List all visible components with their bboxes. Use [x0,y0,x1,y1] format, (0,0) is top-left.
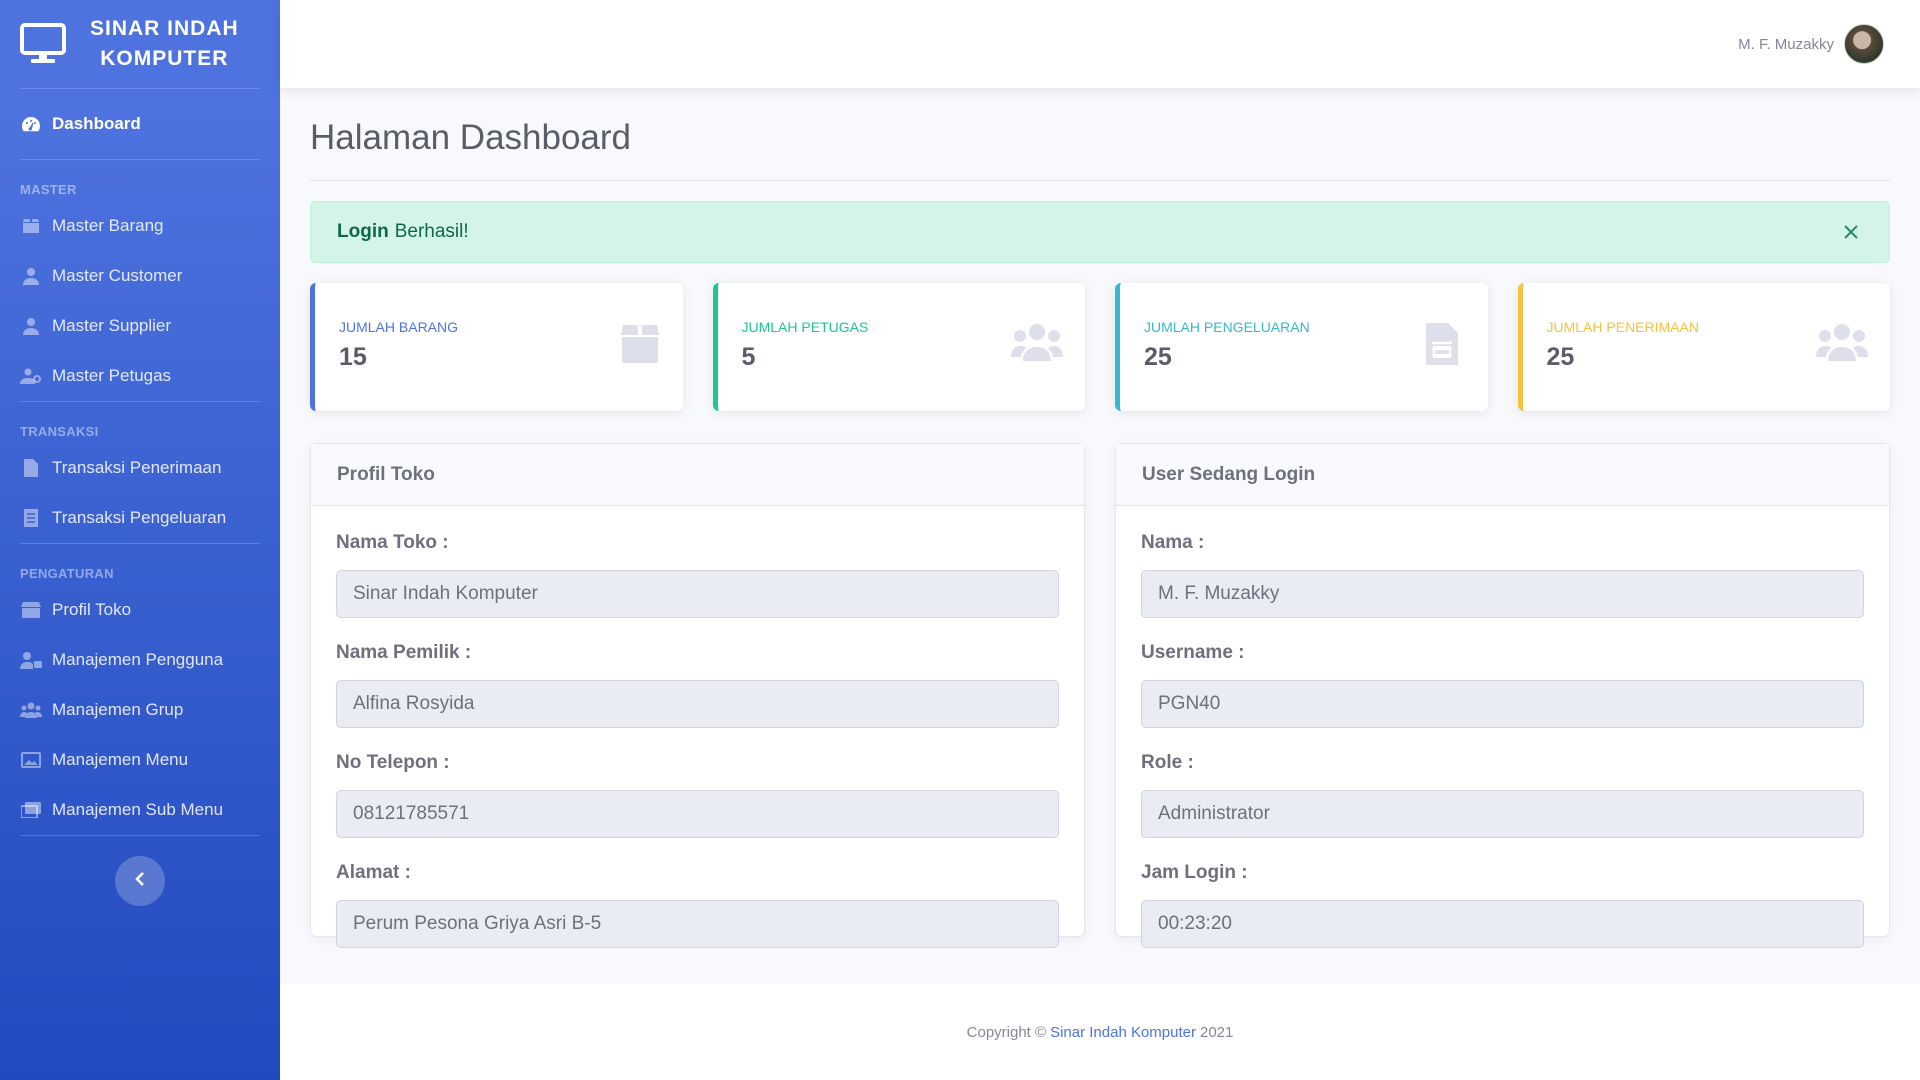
sidebar-toggle-button[interactable] [115,856,165,906]
user-name[interactable]: M. F. Muzakky [1738,36,1834,53]
jam-login-field[interactable]: 00:23:20 [1141,900,1864,948]
field-label: Role : [1141,752,1194,773]
panel-title: User Sedang Login [1116,444,1889,506]
sidebar-item-manajemen-menu[interactable]: Manajemen Menu [0,735,280,785]
nama-field[interactable]: M. F. Muzakky [1141,570,1864,618]
sidebar-item-master-barang[interactable]: Master Barang [0,201,280,251]
field-label: Alamat : [336,862,411,883]
sidebar-item-transaksi-penerimaan[interactable]: Transaksi Penerimaan [0,443,280,493]
sidebar-item-label: Transaksi Pengeluaran [52,508,227,527]
box-icon [20,217,42,235]
document-icon [1425,323,1458,370]
user-tie-icon [20,317,42,335]
stat-cards: JUMLAH BARANG 15 JUMLAH PETUGAS 5 JUMLAH… [310,283,1890,411]
sidebar-divider [20,835,260,836]
sidebar-item-label: Master Customer [52,266,183,285]
images-icon [20,801,42,819]
sidebar-item-label: Profil Toko [52,600,132,619]
field-label: No Telepon : [336,752,450,773]
nama-pemilik-field[interactable]: Alfina Rosyida [336,680,1059,728]
card-jumlah-barang: JUMLAH BARANG 15 [310,283,683,411]
box-icon [619,323,661,370]
field-label: Jam Login : [1141,862,1248,883]
footer-link[interactable]: Sinar Indah Komputer [1050,1024,1196,1041]
card-jumlah-penerimaan: JUMLAH PENERIMAAN 25 [1517,283,1890,411]
panel-title: Profil Toko [311,444,1084,506]
alamat-field[interactable]: Perum Pesona Griya Asri B-5 [336,900,1059,948]
title-divider [310,180,1890,181]
sidebar-item-label: Master Petugas [52,366,172,385]
footer: Copyright © Sinar Indah Komputer 2021 [280,984,1920,1080]
panel-body: Nama : M. F. Muzakky Username : PGN40 Ro… [1116,506,1889,948]
panel-user-sedang-login: User Sedang Login Nama : M. F. Muzakky U… [1115,443,1890,948]
desktop-icon [20,21,66,67]
card-jumlah-pengeluaran: JUMLAH PENGELUARAN 25 [1115,283,1488,411]
copyright-text: Copyright © [966,1023,1047,1041]
sidebar-item-dashboard[interactable]: Dashboard [0,89,280,159]
panel-profil-toko: Profil Toko Nama Toko : Sinar Indah Komp… [310,443,1085,948]
sidebar-item-label: Transaksi Penerimaan [52,458,222,477]
sidebar-item-master-petugas[interactable]: Master Petugas [0,351,280,401]
tachometer-icon [20,115,42,133]
no-telepon-field[interactable]: 08121785571 [336,790,1059,838]
brand-name: SINAR INDAH KOMPUTER [90,14,239,74]
sidebar-heading-pengaturan: PENGATURAN [20,566,114,581]
store-icon [20,601,42,619]
user-icon [20,267,42,285]
sidebar-item-manajemen-sub-menu[interactable]: Manajemen Sub Menu [0,785,280,835]
info-panels: Profil Toko Nama Toko : Sinar Indah Komp… [310,443,1890,948]
users-cog-icon [20,367,42,385]
field-label: Username : [1141,642,1245,663]
file-icon [20,459,42,477]
sidebar-item-manajemen-grup[interactable]: Manajemen Grup [0,685,280,735]
sidebar-item-label: Manajemen Pengguna [52,650,224,669]
close-icon[interactable] [1837,218,1865,246]
sidebar-heading-master: MASTER [20,182,77,197]
login-alert: Login Berhasil! [310,201,1890,263]
field-label: Nama Toko : [336,532,449,553]
users-icon [1011,323,1063,366]
user-lock-icon [20,651,42,669]
sidebar-brand[interactable]: SINAR INDAH KOMPUTER [0,0,280,88]
alert-text: Berhasil! [394,221,469,242]
username-field[interactable]: PGN40 [1141,680,1864,728]
copyright-year: 2021 [1199,1023,1234,1041]
avatar[interactable] [1844,24,1884,64]
card-jumlah-petugas: JUMLAH PETUGAS 5 [712,283,1085,411]
sidebar-item-label: Manajemen Sub Menu [52,800,224,819]
chevron-left-icon [134,871,146,891]
nama-toko-field[interactable]: Sinar Indah Komputer [336,570,1059,618]
sidebar-item-label: Dashboard [52,114,141,133]
role-field[interactable]: Administrator [1141,790,1864,838]
sidebar-item-label: Master Supplier [52,316,172,335]
file-alt-icon [20,509,42,527]
sidebar-item-master-customer[interactable]: Master Customer [0,251,280,301]
image-icon [20,751,42,769]
field-label: Nama : [1141,532,1205,553]
users-icon [1816,323,1868,366]
sidebar: SINAR INDAH KOMPUTER Dashboard MASTER Ma… [0,0,280,1080]
sidebar-item-label: Manajemen Grup [52,700,184,719]
field-label: Nama Pemilik : [336,642,472,663]
main-content: Halaman Dashboard Login Berhasil! JUMLAH… [310,88,1890,948]
sidebar-item-label: Master Barang [52,216,164,235]
sidebar-item-manajemen-pengguna[interactable]: Manajemen Pengguna [0,635,280,685]
brand-line-1: SINAR INDAH [90,17,239,40]
sidebar-item-label: Manajemen Menu [52,750,189,769]
page-title: Halaman Dashboard [310,118,632,157]
sidebar-item-transaksi-pengeluaran[interactable]: Transaksi Pengeluaran [0,493,280,543]
sidebar-item-master-supplier[interactable]: Master Supplier [0,301,280,351]
users-icon [20,701,42,719]
alert-bold-text: Login [337,221,389,242]
panel-body: Nama Toko : Sinar Indah Komputer Nama Pe… [311,506,1084,948]
sidebar-item-profil-toko[interactable]: Profil Toko [0,585,280,635]
brand-line-2: KOMPUTER [100,47,229,70]
sidebar-heading-transaksi: TRANSAKSI [20,424,99,439]
topbar: M. F. Muzakky [280,0,1920,88]
